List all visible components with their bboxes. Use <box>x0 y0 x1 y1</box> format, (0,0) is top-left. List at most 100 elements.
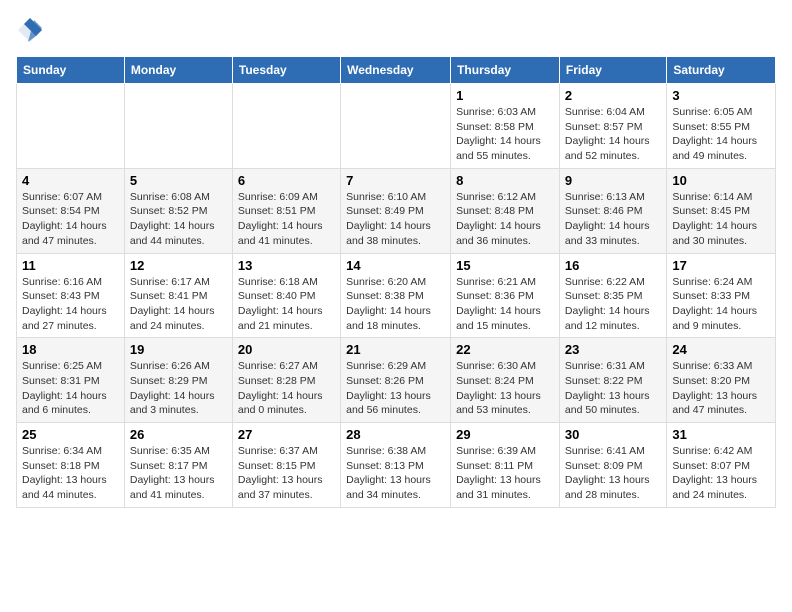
day-cell: 27 Sunrise: 6:37 AM Sunset: 8:15 PM Dayli… <box>232 423 340 508</box>
day-info: Sunrise: 6:42 AM Sunset: 8:07 PM Dayligh… <box>672 444 770 503</box>
day-cell: 31 Sunrise: 6:42 AM Sunset: 8:07 PM Dayli… <box>667 423 776 508</box>
day-cell: 30 Sunrise: 6:41 AM Sunset: 8:09 PM Dayli… <box>559 423 666 508</box>
day-cell: 24Sunrise: 6:33 AM Sunset: 8:20 PM Dayli… <box>667 338 776 423</box>
day-info: Sunrise: 6:27 AM Sunset: 8:28 PM Dayligh… <box>238 359 335 418</box>
day-number: 5 <box>130 173 227 188</box>
day-number: 26 <box>130 427 227 442</box>
day-info: Sunrise: 6:03 AM Sunset: 8:58 PM Dayligh… <box>456 105 554 164</box>
week-row-1: 4 Sunrise: 6:07 AM Sunset: 8:54 PM Daylig… <box>17 168 776 253</box>
day-number: 7 <box>346 173 445 188</box>
day-number: 12 <box>130 258 227 273</box>
day-cell: 18Sunrise: 6:25 AM Sunset: 8:31 PM Dayli… <box>17 338 125 423</box>
day-cell: 22 Sunrise: 6:30 AM Sunset: 8:24 PM Dayli… <box>451 338 560 423</box>
col-header-sunday: Sunday <box>17 57 125 84</box>
day-info: Sunrise: 6:41 AM Sunset: 8:09 PM Dayligh… <box>565 444 661 503</box>
day-cell: 16 Sunrise: 6:22 AM Sunset: 8:35 PM Dayli… <box>559 253 666 338</box>
day-cell: 10 Sunrise: 6:14 AM Sunset: 8:45 PM Dayli… <box>667 168 776 253</box>
day-info: Sunrise: 6:08 AM Sunset: 8:52 PM Dayligh… <box>130 190 227 249</box>
day-number: 14 <box>346 258 445 273</box>
day-cell: 17 Sunrise: 6:24 AM Sunset: 8:33 PM Dayli… <box>667 253 776 338</box>
day-info: Sunrise: 6:12 AM Sunset: 8:48 PM Dayligh… <box>456 190 554 249</box>
day-cell: 19Sunrise: 6:26 AM Sunset: 8:29 PM Dayli… <box>124 338 232 423</box>
col-header-monday: Monday <box>124 57 232 84</box>
day-number: 23 <box>565 342 661 357</box>
day-info: Sunrise: 6:07 AM Sunset: 8:54 PM Dayligh… <box>22 190 119 249</box>
day-cell: 12 Sunrise: 6:17 AM Sunset: 8:41 PM Dayli… <box>124 253 232 338</box>
day-number: 3 <box>672 88 770 103</box>
day-info: Sunrise: 6:05 AM Sunset: 8:55 PM Dayligh… <box>672 105 770 164</box>
day-number: 1 <box>456 88 554 103</box>
day-info: Sunrise: 6:29 AM Sunset: 8:26 PM Dayligh… <box>346 359 445 418</box>
day-number: 2 <box>565 88 661 103</box>
day-number: 17 <box>672 258 770 273</box>
day-info: Sunrise: 6:35 AM Sunset: 8:17 PM Dayligh… <box>130 444 227 503</box>
day-info: Sunrise: 6:39 AM Sunset: 8:11 PM Dayligh… <box>456 444 554 503</box>
week-row-2: 11 Sunrise: 6:16 AM Sunset: 8:43 PM Dayli… <box>17 253 776 338</box>
day-info: Sunrise: 6:10 AM Sunset: 8:49 PM Dayligh… <box>346 190 445 249</box>
day-info: Sunrise: 6:34 AM Sunset: 8:18 PM Dayligh… <box>22 444 119 503</box>
day-cell <box>232 84 340 169</box>
day-cell: 28 Sunrise: 6:38 AM Sunset: 8:13 PM Dayli… <box>341 423 451 508</box>
day-number: 29 <box>456 427 554 442</box>
day-info: Sunrise: 6:13 AM Sunset: 8:46 PM Dayligh… <box>565 190 661 249</box>
week-row-3: 18Sunrise: 6:25 AM Sunset: 8:31 PM Dayli… <box>17 338 776 423</box>
day-number: 4 <box>22 173 119 188</box>
col-header-saturday: Saturday <box>667 57 776 84</box>
day-info: Sunrise: 6:16 AM Sunset: 8:43 PM Dayligh… <box>22 275 119 334</box>
day-cell: 14 Sunrise: 6:20 AM Sunset: 8:38 PM Dayli… <box>341 253 451 338</box>
day-cell: 9 Sunrise: 6:13 AM Sunset: 8:46 PM Daylig… <box>559 168 666 253</box>
day-info: Sunrise: 6:31 AM Sunset: 8:22 PM Dayligh… <box>565 359 661 418</box>
day-number: 11 <box>22 258 119 273</box>
day-cell: 13Sunrise: 6:18 AM Sunset: 8:40 PM Dayli… <box>232 253 340 338</box>
day-info: Sunrise: 6:20 AM Sunset: 8:38 PM Dayligh… <box>346 275 445 334</box>
day-cell: 6 Sunrise: 6:09 AM Sunset: 8:51 PM Daylig… <box>232 168 340 253</box>
day-number: 31 <box>672 427 770 442</box>
day-info: Sunrise: 6:21 AM Sunset: 8:36 PM Dayligh… <box>456 275 554 334</box>
day-number: 16 <box>565 258 661 273</box>
day-cell: 1 Sunrise: 6:03 AM Sunset: 8:58 PM Daylig… <box>451 84 560 169</box>
day-number: 19 <box>130 342 227 357</box>
day-number: 25 <box>22 427 119 442</box>
day-number: 8 <box>456 173 554 188</box>
day-cell: 25 Sunrise: 6:34 AM Sunset: 8:18 PM Dayli… <box>17 423 125 508</box>
day-number: 9 <box>565 173 661 188</box>
day-cell: 8 Sunrise: 6:12 AM Sunset: 8:48 PM Daylig… <box>451 168 560 253</box>
day-number: 20 <box>238 342 335 357</box>
day-cell: 26 Sunrise: 6:35 AM Sunset: 8:17 PM Dayli… <box>124 423 232 508</box>
day-number: 10 <box>672 173 770 188</box>
day-info: Sunrise: 6:09 AM Sunset: 8:51 PM Dayligh… <box>238 190 335 249</box>
day-cell: 20 Sunrise: 6:27 AM Sunset: 8:28 PM Dayli… <box>232 338 340 423</box>
day-cell: 7 Sunrise: 6:10 AM Sunset: 8:49 PM Daylig… <box>341 168 451 253</box>
day-number: 13 <box>238 258 335 273</box>
day-cell <box>124 84 232 169</box>
day-cell: 11 Sunrise: 6:16 AM Sunset: 8:43 PM Dayli… <box>17 253 125 338</box>
col-header-friday: Friday <box>559 57 666 84</box>
day-number: 6 <box>238 173 335 188</box>
day-number: 28 <box>346 427 445 442</box>
day-number: 15 <box>456 258 554 273</box>
day-info: Sunrise: 6:17 AM Sunset: 8:41 PM Dayligh… <box>130 275 227 334</box>
day-number: 22 <box>456 342 554 357</box>
day-number: 21 <box>346 342 445 357</box>
week-row-4: 25 Sunrise: 6:34 AM Sunset: 8:18 PM Dayli… <box>17 423 776 508</box>
day-cell <box>341 84 451 169</box>
day-info: Sunrise: 6:37 AM Sunset: 8:15 PM Dayligh… <box>238 444 335 503</box>
day-number: 30 <box>565 427 661 442</box>
day-info: Sunrise: 6:14 AM Sunset: 8:45 PM Dayligh… <box>672 190 770 249</box>
day-cell: 2 Sunrise: 6:04 AM Sunset: 8:57 PM Daylig… <box>559 84 666 169</box>
day-info: Sunrise: 6:30 AM Sunset: 8:24 PM Dayligh… <box>456 359 554 418</box>
logo-icon <box>16 16 44 44</box>
day-cell: 21 Sunrise: 6:29 AM Sunset: 8:26 PM Dayli… <box>341 338 451 423</box>
col-header-tuesday: Tuesday <box>232 57 340 84</box>
day-cell: 15 Sunrise: 6:21 AM Sunset: 8:36 PM Dayli… <box>451 253 560 338</box>
day-number: 27 <box>238 427 335 442</box>
day-cell: 29 Sunrise: 6:39 AM Sunset: 8:11 PM Dayli… <box>451 423 560 508</box>
day-number: 24 <box>672 342 770 357</box>
day-info: Sunrise: 6:04 AM Sunset: 8:57 PM Dayligh… <box>565 105 661 164</box>
day-number: 18 <box>22 342 119 357</box>
calendar-table: SundayMondayTuesdayWednesdayThursdayFrid… <box>16 56 776 508</box>
day-info: Sunrise: 6:38 AM Sunset: 8:13 PM Dayligh… <box>346 444 445 503</box>
day-info: Sunrise: 6:22 AM Sunset: 8:35 PM Dayligh… <box>565 275 661 334</box>
day-info: Sunrise: 6:24 AM Sunset: 8:33 PM Dayligh… <box>672 275 770 334</box>
col-header-wednesday: Wednesday <box>341 57 451 84</box>
